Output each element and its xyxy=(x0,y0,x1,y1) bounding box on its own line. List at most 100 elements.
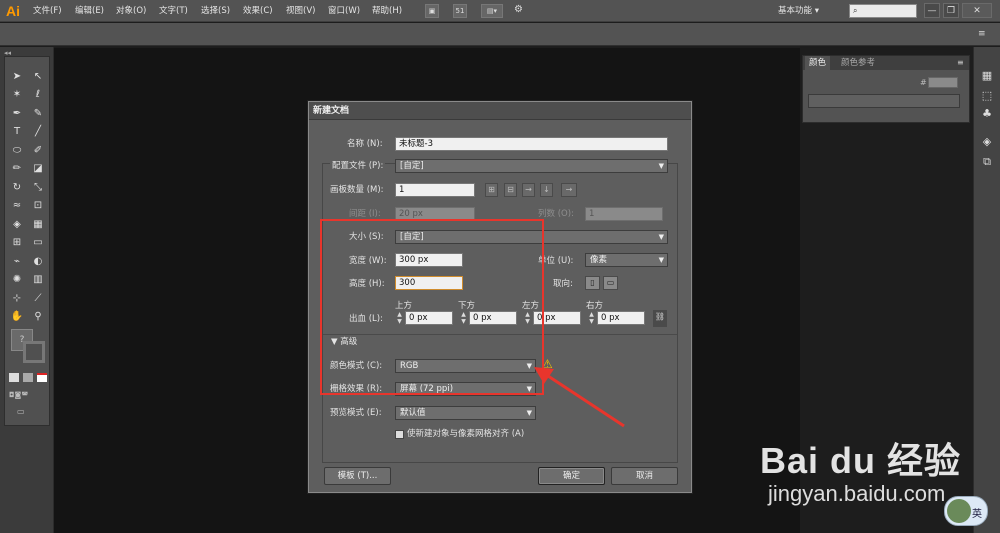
bridge-icon[interactable]: ▣ xyxy=(425,4,439,18)
ok-button[interactable]: 确定 xyxy=(538,467,605,485)
app-logo: Ai xyxy=(6,3,20,19)
menu-help[interactable]: 帮助(H) xyxy=(372,0,402,22)
workspace-label: 基本功能 xyxy=(778,6,813,16)
menu-select[interactable]: 选择(S) xyxy=(201,0,230,22)
shape-builder-tool-icon[interactable]: ◈ xyxy=(7,215,27,235)
align-pixel-checkbox[interactable] xyxy=(395,430,404,439)
color-spectrum-bar[interactable] xyxy=(808,94,960,108)
ellipse-tool-icon[interactable]: ⬭ xyxy=(7,141,27,161)
free-transform-tool-icon[interactable]: ⊡ xyxy=(28,196,48,216)
artboards-input[interactable]: 1 xyxy=(395,183,475,197)
arrange-by-column-icon[interactable]: ↓ xyxy=(540,183,553,197)
width-tool-icon[interactable]: ≈ xyxy=(7,196,27,216)
pencil-tool-icon[interactable]: ✏ xyxy=(7,159,27,179)
brushes-panel-icon[interactable]: ⬚ xyxy=(978,87,996,105)
stroke-swatch[interactable] xyxy=(23,341,45,363)
hex-input[interactable] xyxy=(928,77,958,88)
gpu-performance-icon[interactable]: ⚙ xyxy=(514,4,530,18)
selection-tool-icon[interactable]: ➤ xyxy=(7,67,27,87)
restore-button[interactable]: ❐ xyxy=(943,3,959,18)
menu-window[interactable]: 窗口(W) xyxy=(328,0,360,22)
mesh-tool-icon[interactable]: ⊞ xyxy=(7,233,27,253)
ime-label: 英 xyxy=(972,509,982,520)
chevron-down-icon: ▼ xyxy=(658,256,664,264)
screen-mode-icon[interactable]: ▭ xyxy=(17,407,37,417)
panel-menu-icon[interactable]: ≡ xyxy=(957,58,964,67)
landscape-orientation-button[interactable]: ▭ xyxy=(603,276,618,290)
grid-by-column-icon[interactable]: ⊟ xyxy=(504,183,517,197)
menu-type[interactable]: 文字(T) xyxy=(159,0,188,22)
link-bleed-icon[interactable]: ⛓ xyxy=(653,310,667,327)
perspective-grid-tool-icon[interactable]: ▦ xyxy=(28,215,48,235)
workspace-switcher[interactable]: 基本功能 ▾ xyxy=(778,0,819,22)
eyedropper-tool-icon[interactable]: ⌁ xyxy=(7,252,27,272)
name-input[interactable]: 未标题-3 xyxy=(395,137,668,151)
slice-tool-icon[interactable]: ⟋ xyxy=(28,289,48,309)
highlight-box xyxy=(320,219,544,395)
profile-value: [自定] xyxy=(400,161,424,171)
panel-icon-column: ▦ ⬚ ♣ ◈ ⧉ xyxy=(973,47,1000,533)
color-guide-tab-label: 颜色参考 xyxy=(841,58,876,68)
grid-by-row-icon[interactable]: ⊞ xyxy=(485,183,498,197)
gradient-tool-icon[interactable]: ▭ xyxy=(28,233,48,253)
swatches-panel-icon[interactable]: ▦ xyxy=(978,67,996,85)
type-tool-icon[interactable]: T xyxy=(7,122,27,142)
hand-tool-icon[interactable]: ✋ xyxy=(7,307,27,327)
magic-wand-tool-icon[interactable]: ✶ xyxy=(7,85,27,105)
tab-color-guide[interactable]: 颜色参考 xyxy=(837,56,879,70)
eraser-tool-icon[interactable]: ◪ xyxy=(28,159,48,179)
portrait-orientation-button[interactable]: ▯ xyxy=(585,276,600,290)
arrange-by-row-icon[interactable]: → xyxy=(522,183,535,197)
blend-tool-icon[interactable]: ◐ xyxy=(28,252,48,272)
columns-input[interactable]: 1 xyxy=(585,207,663,221)
preview-select[interactable]: 默认值 ▼ xyxy=(395,406,536,420)
scale-tool-icon[interactable]: ⤡ xyxy=(28,178,48,198)
direct-selection-tool-icon[interactable]: ↖ xyxy=(28,67,48,87)
cancel-button[interactable]: 取消 xyxy=(611,467,678,485)
menu-file[interactable]: 文件(F) xyxy=(33,0,62,22)
symbol-sprayer-tool-icon[interactable]: ✺ xyxy=(7,270,27,290)
control-bar: ≡ xyxy=(0,23,1000,46)
template-button[interactable]: 模板 (T)... xyxy=(324,467,391,485)
arrow-head xyxy=(534,367,554,384)
units-select[interactable]: 像素 ▼ xyxy=(585,253,668,267)
artboards-panel-icon[interactable]: ⧉ xyxy=(978,153,996,171)
gradient-mode-icon[interactable] xyxy=(23,373,33,382)
close-button[interactable]: ✕ xyxy=(962,3,992,18)
menu-effect[interactable]: 效果(C) xyxy=(243,0,273,22)
menu-object[interactable]: 对象(O) xyxy=(116,0,146,22)
color-mode-icon[interactable] xyxy=(9,373,19,382)
chevron-down-icon: ▼ xyxy=(658,162,664,170)
search-input[interactable]: ⌕ xyxy=(849,4,917,18)
tab-color[interactable]: 颜色 xyxy=(805,56,831,70)
draw-mode-icons[interactable]: ◘◙◚ xyxy=(9,391,45,399)
line-tool-icon[interactable]: ╱ xyxy=(28,122,48,142)
zoom-tool-icon[interactable]: ⚲ xyxy=(28,307,48,327)
menu-view[interactable]: 视图(V) xyxy=(286,0,315,22)
baidu-watermark-logo: Bai du 经验 xyxy=(760,440,962,481)
bleed-right-input[interactable]: 0 px xyxy=(597,311,645,325)
curvature-tool-icon[interactable]: ✎ xyxy=(28,104,48,124)
menu-edit[interactable]: 编辑(E) xyxy=(75,0,104,22)
paintbrush-tool-icon[interactable]: ✐ xyxy=(28,141,48,161)
minimize-button[interactable]: — xyxy=(924,3,940,18)
none-mode-icon[interactable] xyxy=(37,373,47,382)
rotate-tool-icon[interactable]: ↻ xyxy=(7,178,27,198)
profile-label: 配置文件 (P): xyxy=(330,159,386,173)
profile-select[interactable]: [自定] ▼ xyxy=(395,159,668,173)
bleed-right-stepper[interactable]: ▲ ▼ xyxy=(587,311,596,325)
graph-tool-icon[interactable]: ▥ xyxy=(28,270,48,290)
pen-tool-icon[interactable]: ✒ xyxy=(7,104,27,124)
layout-direction-icon[interactable]: → xyxy=(561,183,577,197)
artboard-tool-icon[interactable]: ⊹ xyxy=(7,289,27,309)
layers-panel-icon[interactable]: ◈ xyxy=(978,133,996,151)
arrange-documents-icon[interactable]: ▤▾ xyxy=(481,4,503,18)
stock-badge[interactable]: 51 xyxy=(453,4,467,18)
align-pixel-label: 使新建对象与像素网格对齐 (A) xyxy=(407,429,525,439)
symbols-panel-icon[interactable]: ♣ xyxy=(978,105,996,123)
color-tab-label: 颜色 xyxy=(809,58,827,68)
baidu-watermark-url: jingyan.baidu.com xyxy=(768,481,946,506)
ime-indicator[interactable]: 英 xyxy=(944,496,988,526)
control-menu-icon[interactable]: ≡ xyxy=(978,29,986,39)
lasso-tool-icon[interactable]: ℓ xyxy=(28,85,48,105)
